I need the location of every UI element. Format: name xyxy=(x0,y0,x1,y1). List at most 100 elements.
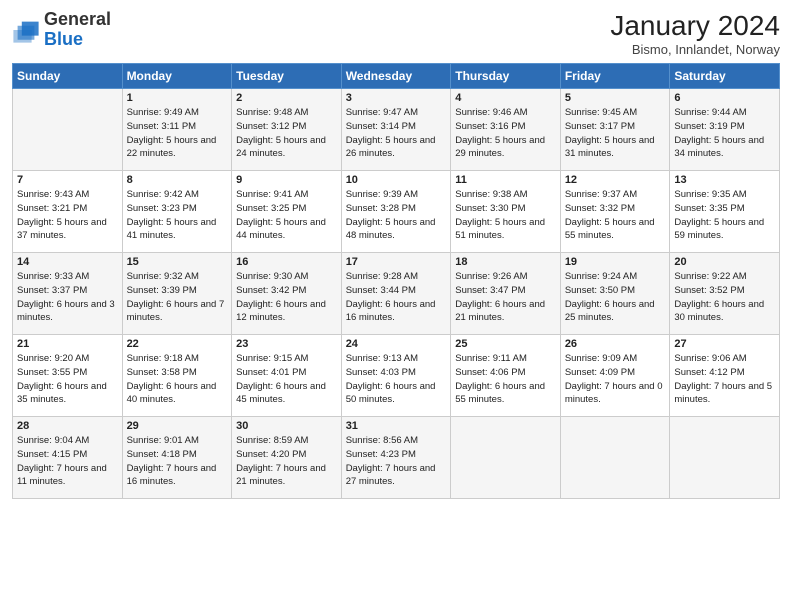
sunset: Sunset: 3:55 PM xyxy=(17,367,87,378)
sunrise: Sunrise: 9:41 AM xyxy=(236,189,308,200)
sunset: Sunset: 3:39 PM xyxy=(127,285,197,296)
day-number: 20 xyxy=(674,256,775,268)
day-number: 31 xyxy=(346,420,447,432)
header: General Blue January 2024 Bismo, Innland… xyxy=(12,10,780,57)
day-number: 13 xyxy=(674,174,775,186)
day-number: 1 xyxy=(127,92,228,104)
sunset: Sunset: 4:23 PM xyxy=(346,449,416,460)
sunrise: Sunrise: 9:22 AM xyxy=(674,271,746,282)
calendar-cell: 19Sunrise: 9:24 AMSunset: 3:50 PMDayligh… xyxy=(560,253,670,335)
day-info: Sunrise: 9:13 AMSunset: 4:03 PMDaylight:… xyxy=(346,352,447,407)
daylight: Daylight: 7 hours and 16 minutes. xyxy=(127,463,217,488)
day-info: Sunrise: 9:26 AMSunset: 3:47 PMDaylight:… xyxy=(455,270,556,325)
calendar-cell xyxy=(670,417,780,499)
sunset: Sunset: 4:15 PM xyxy=(17,449,87,460)
calendar-cell xyxy=(451,417,561,499)
sunset: Sunset: 4:03 PM xyxy=(346,367,416,378)
sunset: Sunset: 3:32 PM xyxy=(565,203,635,214)
daylight: Daylight: 5 hours and 37 minutes. xyxy=(17,217,107,242)
calendar-cell: 23Sunrise: 9:15 AMSunset: 4:01 PMDayligh… xyxy=(232,335,342,417)
daylight: Daylight: 6 hours and 21 minutes. xyxy=(455,299,545,324)
calendar-cell: 29 Sunrise: 9:01 AMSunset: 4:18 PMDayligh… xyxy=(122,417,232,499)
header-day-wednesday: Wednesday xyxy=(341,64,451,89)
header-day-sunday: Sunday xyxy=(13,64,123,89)
calendar-cell: 26Sunrise: 9:09 AMSunset: 4:09 PMDayligh… xyxy=(560,335,670,417)
daylight: Daylight: 5 hours and 24 minutes. xyxy=(236,135,326,160)
calendar-cell xyxy=(560,417,670,499)
calendar-cell: 15Sunrise: 9:32 AMSunset: 3:39 PMDayligh… xyxy=(122,253,232,335)
sunset: Sunset: 3:25 PM xyxy=(236,203,306,214)
sunset: Sunset: 3:14 PM xyxy=(346,121,416,132)
sunset: Sunset: 4:20 PM xyxy=(236,449,306,460)
calendar-cell: 17Sunrise: 9:28 AMSunset: 3:44 PMDayligh… xyxy=(341,253,451,335)
sunrise: Sunrise: 9:46 AM xyxy=(455,107,527,118)
week-row-1: 1Sunrise: 9:49 AMSunset: 3:11 PMDaylight… xyxy=(13,89,780,171)
calendar-cell: 18 Sunrise: 9:26 AMSunset: 3:47 PMDayligh… xyxy=(451,253,561,335)
day-info: Sunrise: 9:47 AMSunset: 3:14 PMDaylight:… xyxy=(346,106,447,161)
sunset: Sunset: 3:50 PM xyxy=(565,285,635,296)
day-number: 5 xyxy=(565,92,666,104)
sunset: Sunset: 3:11 PM xyxy=(127,121,197,132)
daylight: Daylight: 6 hours and 55 minutes. xyxy=(455,381,545,406)
day-number: 16 xyxy=(236,256,337,268)
daylight: Daylight: 6 hours and 7 minutes. xyxy=(127,299,225,324)
sunrise: Sunrise: 9:30 AM xyxy=(236,271,308,282)
sunrise: Sunrise: 9:18 AM xyxy=(127,353,199,364)
day-number: 30 xyxy=(236,420,337,432)
daylight: Daylight: 6 hours and 12 minutes. xyxy=(236,299,326,324)
daylight: Daylight: 5 hours and 55 minutes. xyxy=(565,217,655,242)
sunset: Sunset: 3:16 PM xyxy=(455,121,525,132)
sunrise: Sunrise: 9:15 AM xyxy=(236,353,308,364)
calendar-cell: 12Sunrise: 9:37 AMSunset: 3:32 PMDayligh… xyxy=(560,171,670,253)
sunrise: Sunrise: 9:11 AM xyxy=(455,353,527,364)
calendar-cell: 24Sunrise: 9:13 AMSunset: 4:03 PMDayligh… xyxy=(341,335,451,417)
week-row-2: 7Sunrise: 9:43 AMSunset: 3:21 PMDaylight… xyxy=(13,171,780,253)
daylight: Daylight: 6 hours and 35 minutes. xyxy=(17,381,107,406)
sunset: Sunset: 4:01 PM xyxy=(236,367,306,378)
calendar-cell: 1Sunrise: 9:49 AMSunset: 3:11 PMDaylight… xyxy=(122,89,232,171)
daylight: Daylight: 6 hours and 25 minutes. xyxy=(565,299,655,324)
calendar-cell: 2Sunrise: 9:48 AMSunset: 3:12 PMDaylight… xyxy=(232,89,342,171)
sunset: Sunset: 3:23 PM xyxy=(127,203,197,214)
daylight: Daylight: 5 hours and 48 minutes. xyxy=(346,217,436,242)
day-number: 11 xyxy=(455,174,556,186)
day-info: Sunrise: 9:38 AMSunset: 3:30 PMDaylight:… xyxy=(455,188,556,243)
day-number: 15 xyxy=(127,256,228,268)
day-info: Sunrise: 9:46 AMSunset: 3:16 PMDaylight:… xyxy=(455,106,556,161)
daylight: Daylight: 6 hours and 3 minutes. xyxy=(17,299,115,324)
day-number: 10 xyxy=(346,174,447,186)
day-info: Sunrise: 9:04 AMSunset: 4:15 PMDaylight:… xyxy=(17,434,118,489)
sunrise: Sunrise: 8:59 AM xyxy=(236,435,308,446)
day-number: 18 xyxy=(455,256,556,268)
sunset: Sunset: 3:37 PM xyxy=(17,285,87,296)
day-info: Sunrise: 9:06 AMSunset: 4:12 PMDaylight:… xyxy=(674,352,775,407)
week-row-4: 21Sunrise: 9:20 AMSunset: 3:55 PMDayligh… xyxy=(13,335,780,417)
sunrise: Sunrise: 9:33 AM xyxy=(17,271,89,282)
day-info: Sunrise: 9:15 AMSunset: 4:01 PMDaylight:… xyxy=(236,352,337,407)
day-number: 12 xyxy=(565,174,666,186)
sunrise: Sunrise: 9:35 AM xyxy=(674,189,746,200)
day-info: Sunrise: 9:41 AMSunset: 3:25 PMDaylight:… xyxy=(236,188,337,243)
calendar-cell: 11 Sunrise: 9:38 AMSunset: 3:30 PMDayligh… xyxy=(451,171,561,253)
daylight: Daylight: 7 hours and 0 minutes. xyxy=(565,381,663,406)
sunset: Sunset: 3:17 PM xyxy=(565,121,635,132)
daylight: Daylight: 5 hours and 31 minutes. xyxy=(565,135,655,160)
sunset: Sunset: 4:09 PM xyxy=(565,367,635,378)
day-info: Sunrise: 9:30 AMSunset: 3:42 PMDaylight:… xyxy=(236,270,337,325)
day-number: 26 xyxy=(565,338,666,350)
page-container: General Blue January 2024 Bismo, Innland… xyxy=(0,0,792,507)
sunset: Sunset: 4:12 PM xyxy=(674,367,744,378)
day-info: Sunrise: 9:44 AMSunset: 3:19 PMDaylight:… xyxy=(674,106,775,161)
day-number: 8 xyxy=(127,174,228,186)
day-number: 29 xyxy=(127,420,228,432)
day-info: Sunrise: 9:01 AMSunset: 4:18 PMDaylight:… xyxy=(127,434,228,489)
sunset: Sunset: 3:47 PM xyxy=(455,285,525,296)
sunset: Sunset: 3:28 PM xyxy=(346,203,416,214)
calendar-cell: 25Sunrise: 9:11 AMSunset: 4:06 PMDayligh… xyxy=(451,335,561,417)
title-block: January 2024 Bismo, Innlandet, Norway xyxy=(610,10,780,57)
day-number: 21 xyxy=(17,338,118,350)
sunrise: Sunrise: 9:24 AM xyxy=(565,271,637,282)
sunrise: Sunrise: 9:48 AM xyxy=(236,107,308,118)
calendar-cell: 28Sunrise: 9:04 AMSunset: 4:15 PMDayligh… xyxy=(13,417,123,499)
day-number: 14 xyxy=(17,256,118,268)
